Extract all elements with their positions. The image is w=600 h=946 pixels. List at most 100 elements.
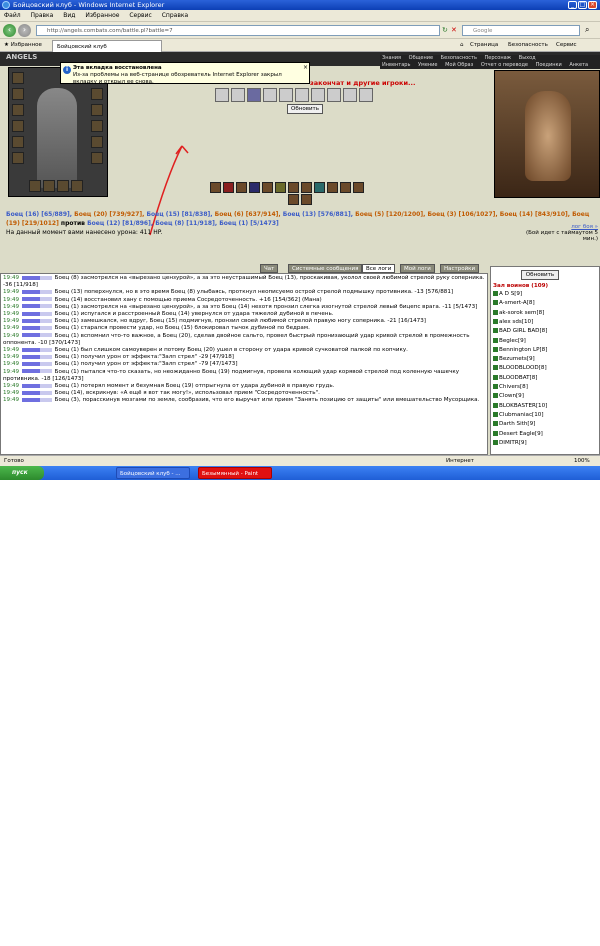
player-list-item[interactable]: BLOODBAT[8] bbox=[493, 374, 537, 381]
nav-skill[interactable]: Умение bbox=[418, 62, 438, 69]
fighter-name[interactable]: Боец (1) [5/1473] bbox=[219, 220, 279, 227]
fighter-name[interactable]: Боец (8) [11/918], bbox=[155, 220, 219, 227]
weapon-slot[interactable] bbox=[263, 88, 277, 102]
equip-slot[interactable] bbox=[57, 180, 69, 192]
tab-settings[interactable]: Настройки bbox=[440, 264, 480, 273]
equip-slot[interactable] bbox=[12, 104, 24, 116]
player-list-item[interactable]: DIMITR[9] bbox=[493, 439, 527, 446]
ability-icon[interactable] bbox=[327, 182, 338, 193]
page-menu[interactable]: Страница bbox=[470, 41, 498, 50]
weapon-slot[interactable] bbox=[215, 88, 229, 102]
equip-slot[interactable] bbox=[12, 136, 24, 148]
equip-slot[interactable] bbox=[91, 120, 103, 132]
menu-file[interactable]: Файл bbox=[4, 12, 21, 19]
url-input[interactable]: http://angels.combats.com/battle.pl?batt… bbox=[36, 25, 440, 36]
nav-inventory[interactable]: Инвентарь bbox=[382, 62, 410, 69]
ability-icon[interactable] bbox=[288, 194, 299, 205]
notification-close-icon[interactable]: × bbox=[303, 64, 308, 71]
weapon-slot[interactable] bbox=[295, 88, 309, 102]
menu-favorites[interactable]: Избранное bbox=[85, 12, 119, 19]
tab-all-logs[interactable]: Все логи bbox=[362, 264, 396, 273]
fighter-name[interactable]: Боец (5) [120/1200], bbox=[355, 211, 427, 218]
fighter-name[interactable]: Боец (12) [81/896], bbox=[87, 220, 155, 227]
refresh-icon[interactable]: ↻ bbox=[442, 26, 448, 34]
equip-slot[interactable] bbox=[91, 152, 103, 164]
nav-fights[interactable]: Поединки bbox=[536, 62, 562, 69]
player-list-item[interactable]: Clubmaniac[10] bbox=[493, 411, 544, 418]
tab-combats[interactable]: Бойцовский клуб bbox=[52, 40, 162, 52]
player-list-item[interactable]: ak-sorok sem[8] bbox=[493, 309, 544, 316]
ability-icon[interactable] bbox=[301, 182, 312, 193]
players-refresh-button[interactable]: Обновить bbox=[521, 270, 559, 280]
ability-icon[interactable] bbox=[314, 182, 325, 193]
player-list-item[interactable]: A D S[9] bbox=[493, 291, 522, 297]
equip-slot[interactable] bbox=[12, 152, 24, 164]
player-list-item[interactable]: Bennington LP[8] bbox=[493, 346, 547, 353]
equip-slot[interactable] bbox=[29, 180, 41, 192]
minimize-button[interactable]: _ bbox=[568, 1, 577, 9]
player-list-item[interactable]: BAD GIRL BAD[8] bbox=[493, 328, 547, 334]
equip-slot[interactable] bbox=[12, 88, 24, 100]
zoom-level[interactable]: 100% bbox=[574, 456, 590, 466]
equip-slot[interactable] bbox=[12, 72, 24, 84]
search-input[interactable]: Google bbox=[462, 25, 580, 36]
equip-slot[interactable] bbox=[91, 88, 103, 100]
equip-slot[interactable] bbox=[71, 180, 83, 192]
ability-icon[interactable] bbox=[249, 182, 260, 193]
tools-menu[interactable]: Сервис bbox=[556, 41, 577, 50]
player-list-item[interactable]: Desert Eagle[9] bbox=[493, 430, 543, 437]
close-button[interactable]: × bbox=[588, 1, 597, 9]
player-list-item[interactable]: BLOODBLOOD[8] bbox=[493, 365, 547, 371]
fighter-name[interactable]: Боец (3) [106/1027], bbox=[427, 211, 499, 218]
tab-chat[interactable]: Чат bbox=[260, 264, 279, 273]
ability-icon[interactable] bbox=[288, 182, 299, 193]
safety-menu[interactable]: Безопасность bbox=[508, 41, 548, 50]
fighter-name[interactable]: Боец (6) [637/914], bbox=[215, 211, 283, 218]
nav-character[interactable]: Персонаж bbox=[485, 55, 512, 62]
ability-icon[interactable] bbox=[262, 182, 273, 193]
nav-image[interactable]: Мой Образ bbox=[445, 62, 473, 69]
nav-transfer[interactable]: Отчет о переводе bbox=[481, 62, 528, 69]
tab-my-logs[interactable]: Мой логи bbox=[400, 264, 435, 273]
menu-help[interactable]: Справка bbox=[162, 12, 188, 19]
start-button[interactable]: пуск bbox=[0, 466, 44, 480]
ability-icon[interactable] bbox=[210, 182, 221, 193]
task-paint[interactable]: Безымянный - Paint bbox=[198, 467, 272, 479]
ability-icon[interactable] bbox=[301, 194, 312, 205]
menu-tools[interactable]: Сервис bbox=[129, 12, 151, 19]
menu-edit[interactable]: Правка bbox=[31, 12, 54, 19]
weapon-slot[interactable] bbox=[343, 88, 357, 102]
equip-slot[interactable] bbox=[12, 120, 24, 132]
nav-profile[interactable]: Анкета bbox=[569, 62, 588, 69]
fighter-name[interactable]: (19) [219/1012] bbox=[6, 220, 61, 227]
favorites-button[interactable]: ★ Избранное bbox=[4, 41, 42, 50]
weapon-slot[interactable] bbox=[311, 88, 325, 102]
nav-knowledge[interactable]: Знания bbox=[382, 55, 401, 62]
back-icon[interactable]: ‹ bbox=[3, 24, 16, 37]
home-icon[interactable]: ⌂ bbox=[460, 41, 464, 50]
player-list-item[interactable]: Chivers[8] bbox=[493, 384, 528, 390]
fighter-name[interactable]: Боец bbox=[572, 211, 589, 218]
ability-icon[interactable] bbox=[340, 182, 351, 193]
ability-icon[interactable] bbox=[353, 182, 364, 193]
tab-system[interactable]: Системные сообщения bbox=[288, 264, 363, 273]
ability-icon[interactable] bbox=[223, 182, 234, 193]
weapon-slot[interactable] bbox=[327, 88, 341, 102]
fighter-name[interactable]: Боец (15) [81/838], bbox=[146, 211, 214, 218]
task-browser[interactable]: Бойцовский клуб - ... bbox=[116, 467, 190, 479]
equip-slot[interactable] bbox=[43, 180, 55, 192]
menu-view[interactable]: Вид bbox=[63, 12, 75, 19]
weapon-slot[interactable] bbox=[231, 88, 245, 102]
player-list-item[interactable]: Darth Sith[9] bbox=[493, 421, 535, 427]
fighter-name[interactable]: Боец (20) [739/927], bbox=[74, 211, 146, 218]
fighter-name[interactable]: против bbox=[61, 220, 87, 227]
weapon-slot[interactable] bbox=[359, 88, 373, 102]
player-list-item[interactable]: alex sds[10] bbox=[493, 318, 533, 325]
player-list-item[interactable]: BLOKBASTER[10] bbox=[493, 402, 547, 409]
equip-slot[interactable] bbox=[91, 136, 103, 148]
weapon-slot[interactable] bbox=[247, 88, 261, 102]
search-icon[interactable]: ⌕ bbox=[585, 25, 589, 35]
ability-icon[interactable] bbox=[236, 182, 247, 193]
player-list-item[interactable]: A-smert-A[8] bbox=[493, 300, 535, 306]
fighter-name[interactable]: Боец (14) [843/910], bbox=[500, 211, 572, 218]
